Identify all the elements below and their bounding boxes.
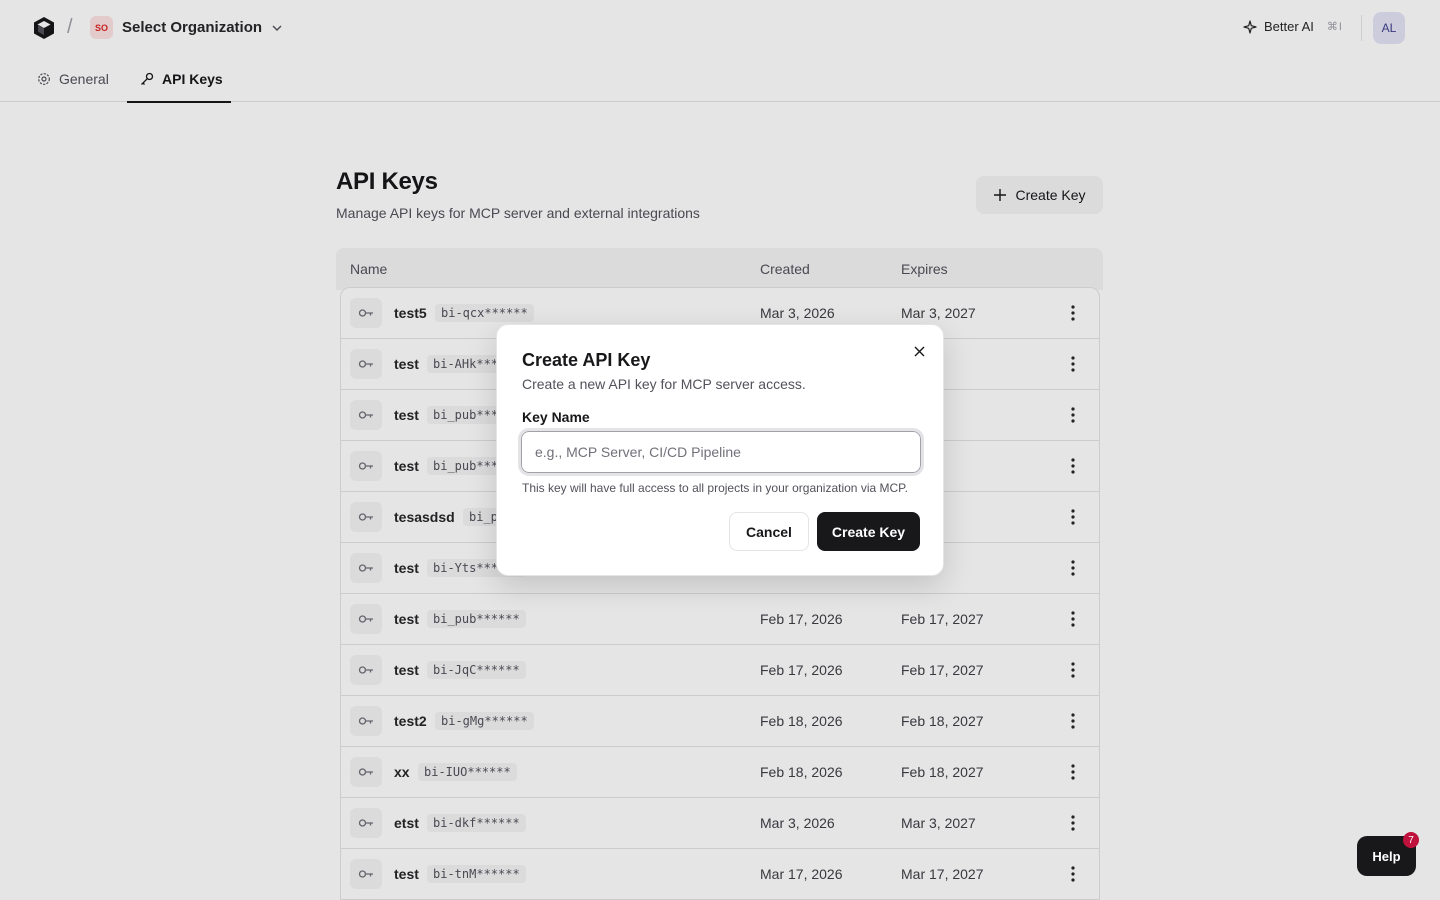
dialog-description: Create a new API key for MCP server acce… bbox=[522, 376, 806, 392]
cancel-button[interactable]: Cancel bbox=[729, 512, 809, 551]
key-name-label: Key Name bbox=[522, 409, 590, 425]
confirm-create-key-button[interactable]: Create Key bbox=[817, 512, 920, 551]
create-api-key-dialog: Create API Key Create a new API key for … bbox=[496, 324, 944, 576]
key-name-input[interactable] bbox=[518, 428, 924, 476]
help-notification-badge: 7 bbox=[1403, 832, 1419, 848]
key-access-hint: This key will have full access to all pr… bbox=[522, 481, 908, 495]
close-dialog-button[interactable] bbox=[910, 342, 928, 360]
close-icon bbox=[914, 346, 924, 356]
dialog-title: Create API Key bbox=[522, 350, 651, 370]
